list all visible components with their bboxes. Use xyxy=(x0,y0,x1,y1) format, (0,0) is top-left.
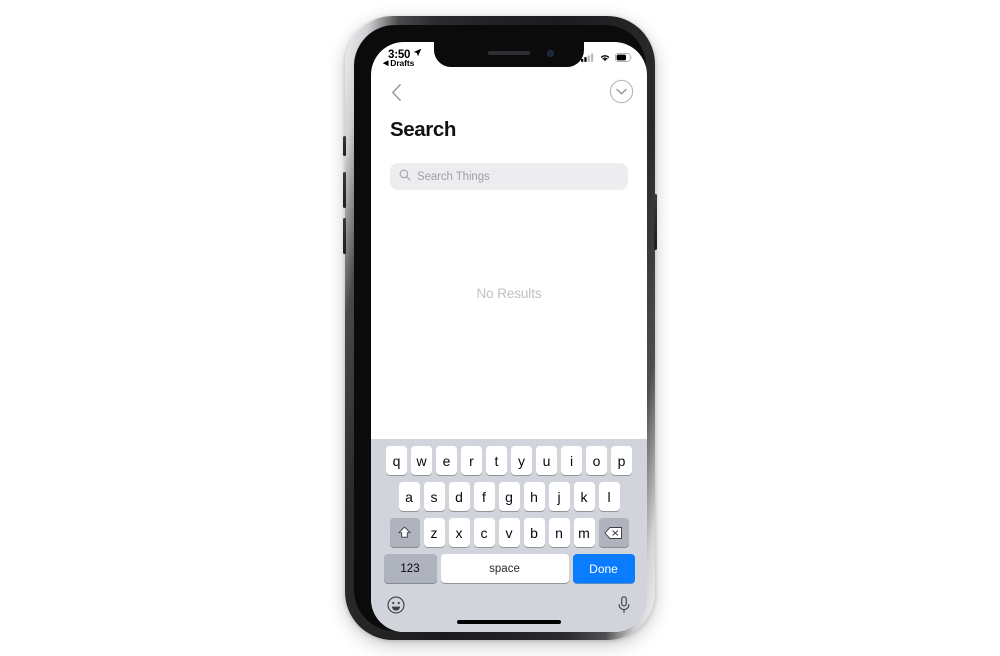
battery-icon xyxy=(615,49,633,67)
key-x[interactable]: x xyxy=(448,518,470,547)
speaker-grille-icon xyxy=(488,51,530,55)
microphone-icon[interactable] xyxy=(617,595,631,619)
search-placeholder: Search Things xyxy=(417,170,490,183)
volume-down-button[interactable] xyxy=(343,218,346,254)
backspace-delete-icon xyxy=(604,526,622,539)
power-button[interactable] xyxy=(654,194,657,250)
keyboard-row-3: z x c v b n m xyxy=(371,518,647,547)
key-n[interactable]: n xyxy=(548,518,570,547)
key-t[interactable]: t xyxy=(486,446,507,475)
key-z[interactable]: z xyxy=(423,518,445,547)
space-key[interactable]: space xyxy=(440,554,569,583)
phone-screen: 3:50 ◀ Drafts Search Search Things No Re… xyxy=(371,42,647,632)
keyboard-row-4: 123 space Done xyxy=(371,554,647,583)
back-button[interactable] xyxy=(384,80,408,104)
done-key[interactable]: Done xyxy=(572,554,635,583)
front-camera-icon xyxy=(547,50,554,57)
key-l[interactable]: l xyxy=(598,482,620,511)
key-v[interactable]: v xyxy=(498,518,520,547)
shift-arrow-icon xyxy=(398,526,411,538)
key-w[interactable]: w xyxy=(411,446,432,475)
backspace-key[interactable] xyxy=(598,518,629,547)
notch xyxy=(434,42,584,67)
location-arrow-icon xyxy=(413,44,422,62)
numbers-key[interactable]: 123 xyxy=(383,554,437,583)
key-e[interactable]: e xyxy=(436,446,457,475)
key-y[interactable]: y xyxy=(511,446,532,475)
phone-bezel: 3:50 ◀ Drafts Search Search Things No Re… xyxy=(354,25,647,632)
collapse-button[interactable] xyxy=(609,79,634,104)
nav-bar xyxy=(371,72,647,112)
return-app-label: Drafts xyxy=(390,58,415,68)
key-b[interactable]: b xyxy=(523,518,545,547)
wifi-icon xyxy=(599,49,611,67)
search-input[interactable]: Search Things xyxy=(390,163,628,190)
key-q[interactable]: q xyxy=(386,446,407,475)
key-c[interactable]: c xyxy=(473,518,495,547)
key-f[interactable]: f xyxy=(473,482,495,511)
empty-state-label: No Results xyxy=(476,286,542,301)
return-to-app-indicator[interactable]: ◀ Drafts xyxy=(383,58,414,68)
key-h[interactable]: h xyxy=(523,482,545,511)
keyboard-utility-row xyxy=(371,590,647,622)
keyboard: q w e r t y u i o p a s d f g h j k l z … xyxy=(371,439,647,632)
status-bar-right xyxy=(581,49,633,67)
silent-switch[interactable] xyxy=(343,136,346,156)
key-a[interactable]: a xyxy=(398,482,420,511)
key-d[interactable]: d xyxy=(448,482,470,511)
key-r[interactable]: r xyxy=(461,446,482,475)
key-u[interactable]: u xyxy=(536,446,557,475)
key-s[interactable]: s xyxy=(423,482,445,511)
home-indicator[interactable] xyxy=(457,620,561,624)
back-triangle-icon: ◀ xyxy=(383,60,389,67)
emoji-smiley-icon[interactable] xyxy=(387,595,405,619)
page-title: Search xyxy=(390,118,456,141)
keyboard-row-1: q w e r t y u i o p xyxy=(371,446,647,475)
shift-key[interactable] xyxy=(389,518,420,547)
key-g[interactable]: g xyxy=(498,482,520,511)
key-o[interactable]: o xyxy=(586,446,607,475)
volume-up-button[interactable] xyxy=(343,172,346,208)
search-icon xyxy=(399,168,411,186)
phone-device: 3:50 ◀ Drafts Search Search Things No Re… xyxy=(343,16,657,640)
key-j[interactable]: j xyxy=(548,482,570,511)
key-m[interactable]: m xyxy=(573,518,595,547)
key-p[interactable]: p xyxy=(611,446,632,475)
key-k[interactable]: k xyxy=(573,482,595,511)
key-i[interactable]: i xyxy=(561,446,582,475)
keyboard-row-2: a s d f g h j k l xyxy=(371,482,647,511)
